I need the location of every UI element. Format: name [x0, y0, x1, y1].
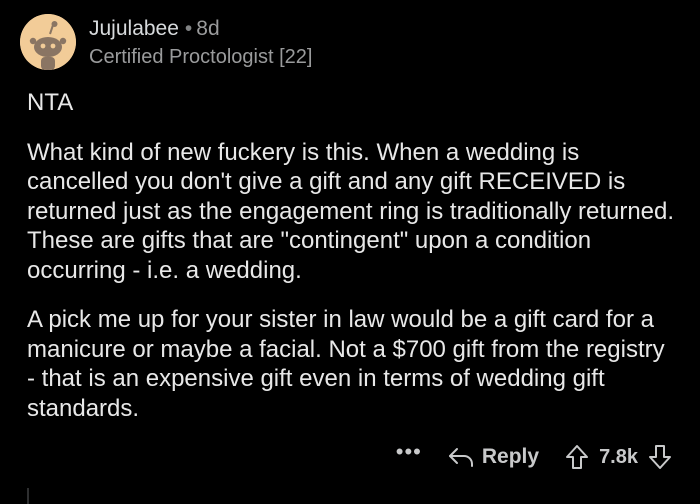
- vote-controls: 7.8k: [565, 444, 672, 470]
- meta-separator: •: [184, 17, 193, 40]
- comment-meta: Jujulabee • 8d Certified Proctologist [22]: [89, 16, 312, 70]
- more-options-button[interactable]: •••: [396, 441, 422, 472]
- username[interactable]: Jujulabee: [89, 17, 179, 40]
- avatar[interactable]: [20, 14, 76, 70]
- comment-actions: ••• Reply 7.8k: [396, 440, 672, 474]
- verdict-text: NTA: [27, 89, 74, 116]
- comment-paragraph-2: A pick me up for your sister in law woul…: [27, 306, 665, 422]
- comment-paragraph-1: What kind of new fuckery is this. When a…: [27, 138, 675, 284]
- upvote-arrow-icon[interactable]: [565, 444, 589, 470]
- comment-age: 8d: [196, 17, 220, 40]
- user-flair: Certified Proctologist [22]: [89, 46, 313, 68]
- thread-line[interactable]: [27, 488, 29, 504]
- reply-button[interactable]: Reply: [448, 445, 539, 469]
- reply-label: Reply: [481, 445, 540, 468]
- comment: Jujulabee • 8d Certified Proctologist [22]…: [0, 0, 700, 504]
- comment-body: NTA What kind of new fuckery is this. Wh…: [27, 88, 677, 443]
- downvote-arrow-icon[interactable]: [648, 444, 672, 470]
- meta-line: Jujulabee • 8d: [89, 16, 312, 42]
- vote-score: 7.8k: [599, 445, 638, 468]
- reply-arrow-icon: [448, 448, 473, 467]
- snoo-avatar-icon: [20, 14, 76, 70]
